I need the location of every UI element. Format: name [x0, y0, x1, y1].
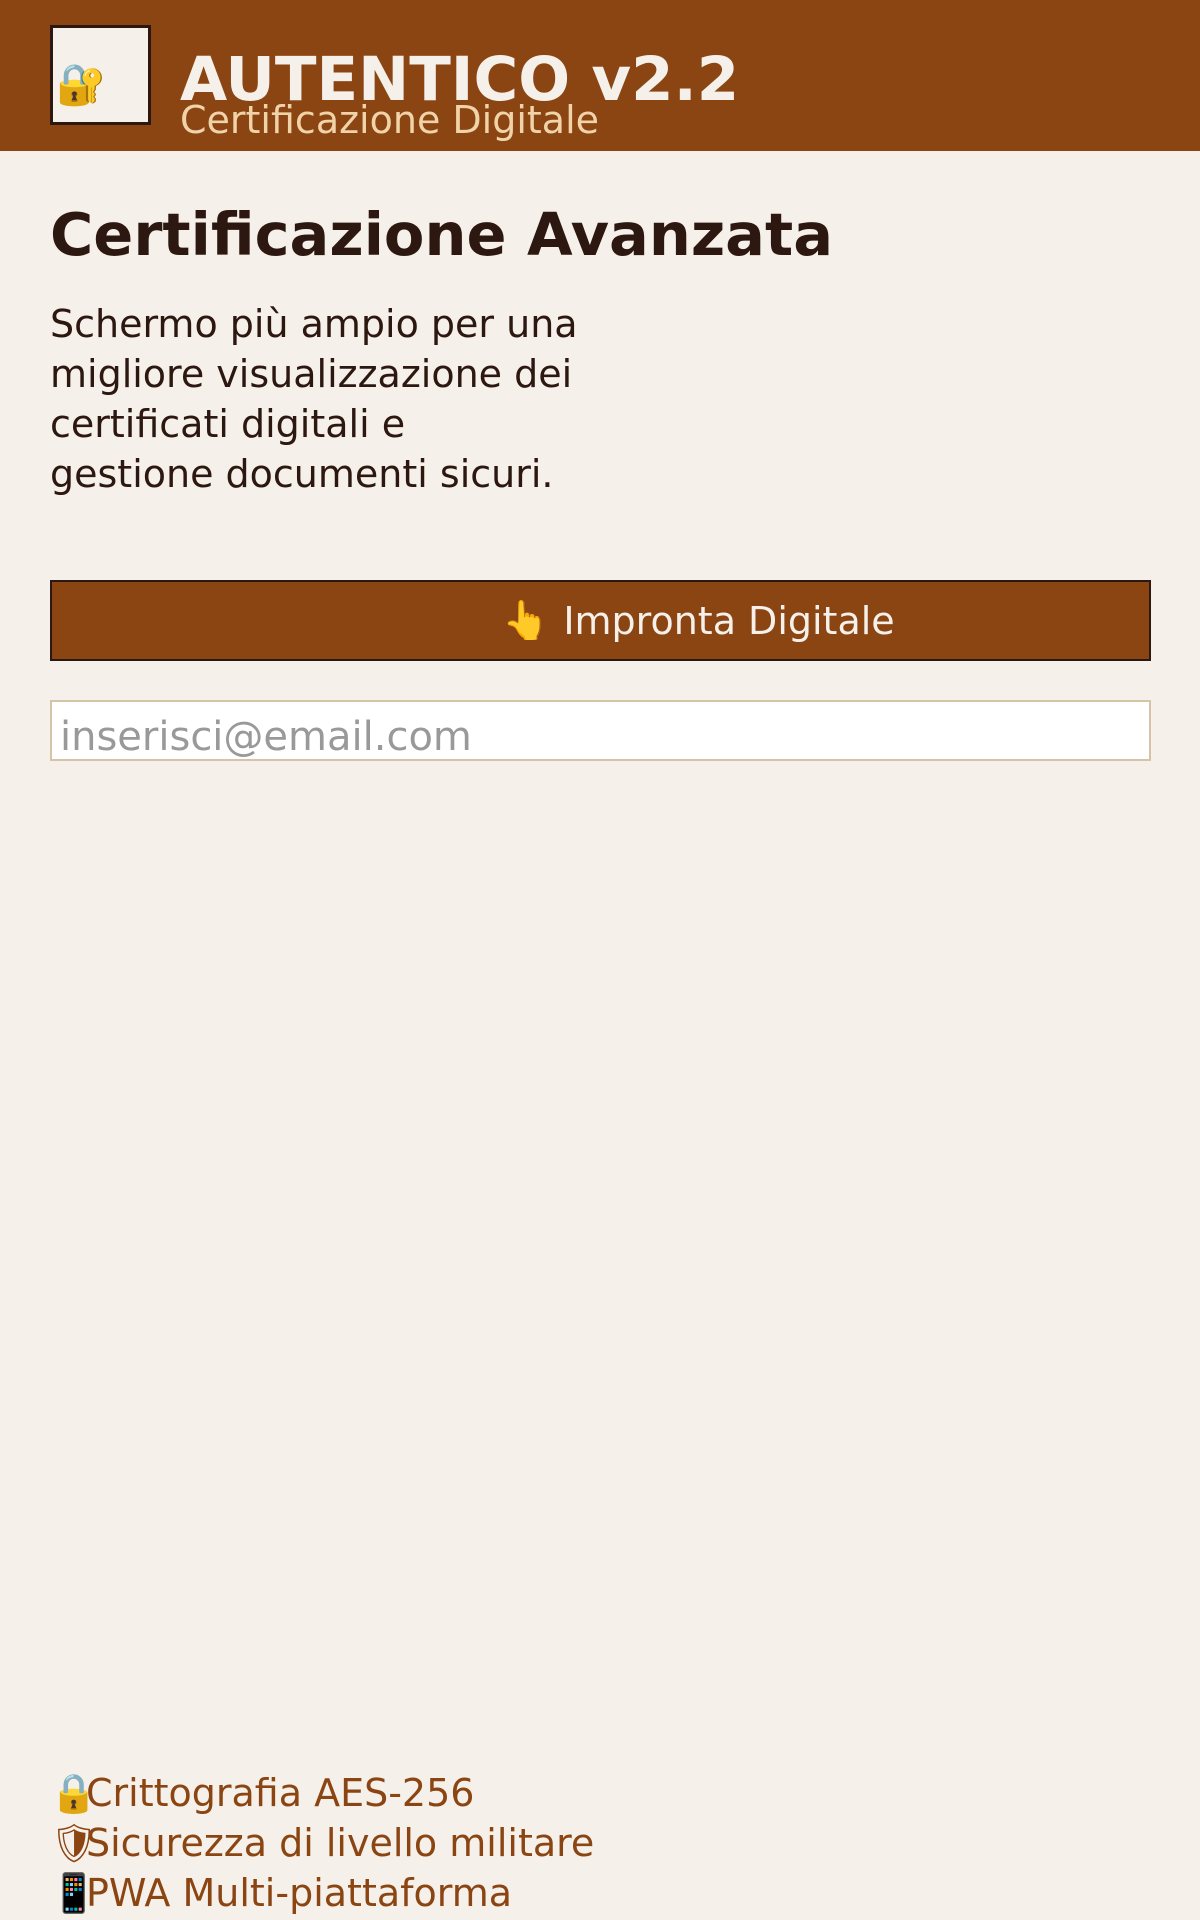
feature-label: Crittografia AES-256 [86, 1771, 475, 1815]
feature-item: 🛡 Sicurezza di livello militare [50, 1818, 594, 1868]
description-line: gestione documenti sicuri. [50, 452, 554, 496]
feature-label: PWA Multi-piattaforma [86, 1871, 513, 1915]
certificate-icon: 🔐 [56, 62, 106, 108]
fingerprint-icon: 👆 [502, 598, 550, 642]
app-logo[interactable]: 🔐 [50, 25, 151, 125]
email-input[interactable] [50, 700, 1151, 761]
page-title: Certificazione Avanzata [50, 200, 834, 269]
app-subtitle: Certificazione Digitale [180, 98, 600, 142]
app-header: 🔐 AUTENTICO v2.2 Certificazione Digitale [0, 0, 1200, 151]
feature-item: 🔒 Crittografia AES-256 [50, 1768, 594, 1818]
description-line: Schermo più ampio per una [50, 302, 578, 346]
fingerprint-button-label: Impronta Digitale [563, 598, 895, 643]
fingerprint-login-button[interactable]: 👆 Impronta Digitale [50, 580, 1151, 661]
feature-list: 🔒 Crittografia AES-256 🛡 Sicurezza di li… [50, 1768, 594, 1918]
devices-icon: 📱 [50, 1871, 98, 1915]
feature-label: Sicurezza di livello militare [86, 1821, 595, 1865]
description-line: migliore visualizzazione dei [50, 352, 573, 396]
lock-icon: 🔒 [50, 1771, 98, 1815]
page-description: Schermo più ampio per una migliore visua… [50, 299, 650, 499]
description-line: certificati digitali e [50, 402, 406, 446]
feature-item: 📱 PWA Multi-piattaforma [50, 1868, 594, 1918]
shield-icon: 🛡 [50, 1821, 99, 1865]
